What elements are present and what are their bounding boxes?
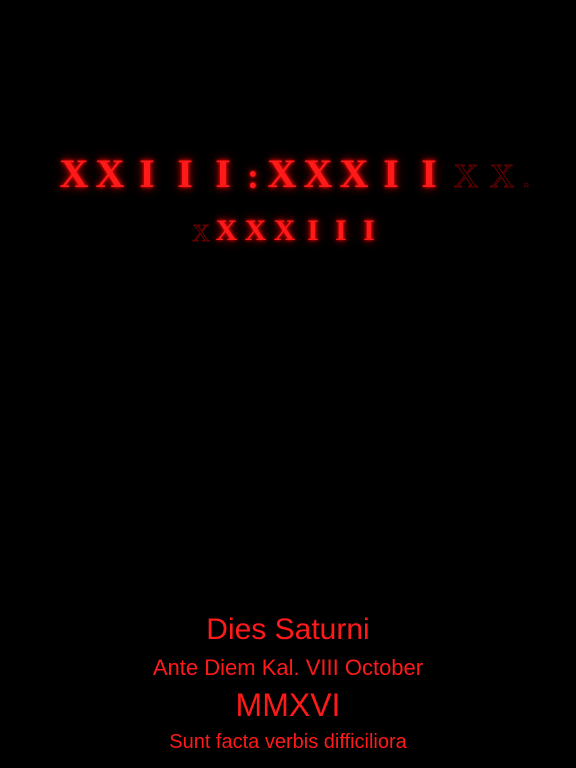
hour-digit: X [56,154,92,194]
ghost-digit: X [453,158,479,195]
second-digit: X [241,216,270,246]
time-separator: : [242,158,264,194]
hour-digit: I [204,154,242,194]
second-digit: I [299,216,327,246]
ghost-digit: X [192,221,210,247]
minute-digit: I [372,154,410,194]
hour-digit: I [166,154,204,194]
second-digit: I [327,216,355,246]
ghost-digit: X [489,158,515,195]
day-name: Dies Saturni [206,613,370,646]
second-digit: X [212,216,241,246]
date-line: Ante Diem Kal. VIII October [152,655,424,680]
seconds-display: X X X X I I I [190,214,383,247]
motto: Sunt facta verbis difficiliora [169,731,407,753]
hour-digit: X [92,154,128,194]
am-pm-indicator: R [524,183,530,190]
year: MMXVI [235,687,341,723]
minute-digit: X [300,154,336,194]
minute-digit: X [264,154,300,194]
hour-digit: I [128,154,166,194]
second-digit: I [355,216,383,246]
minute-digit: I [410,154,448,194]
time-display: X X I I I : X X X I I X X R [56,152,529,194]
second-digit: X [270,216,299,246]
minute-digit: X [336,154,372,194]
